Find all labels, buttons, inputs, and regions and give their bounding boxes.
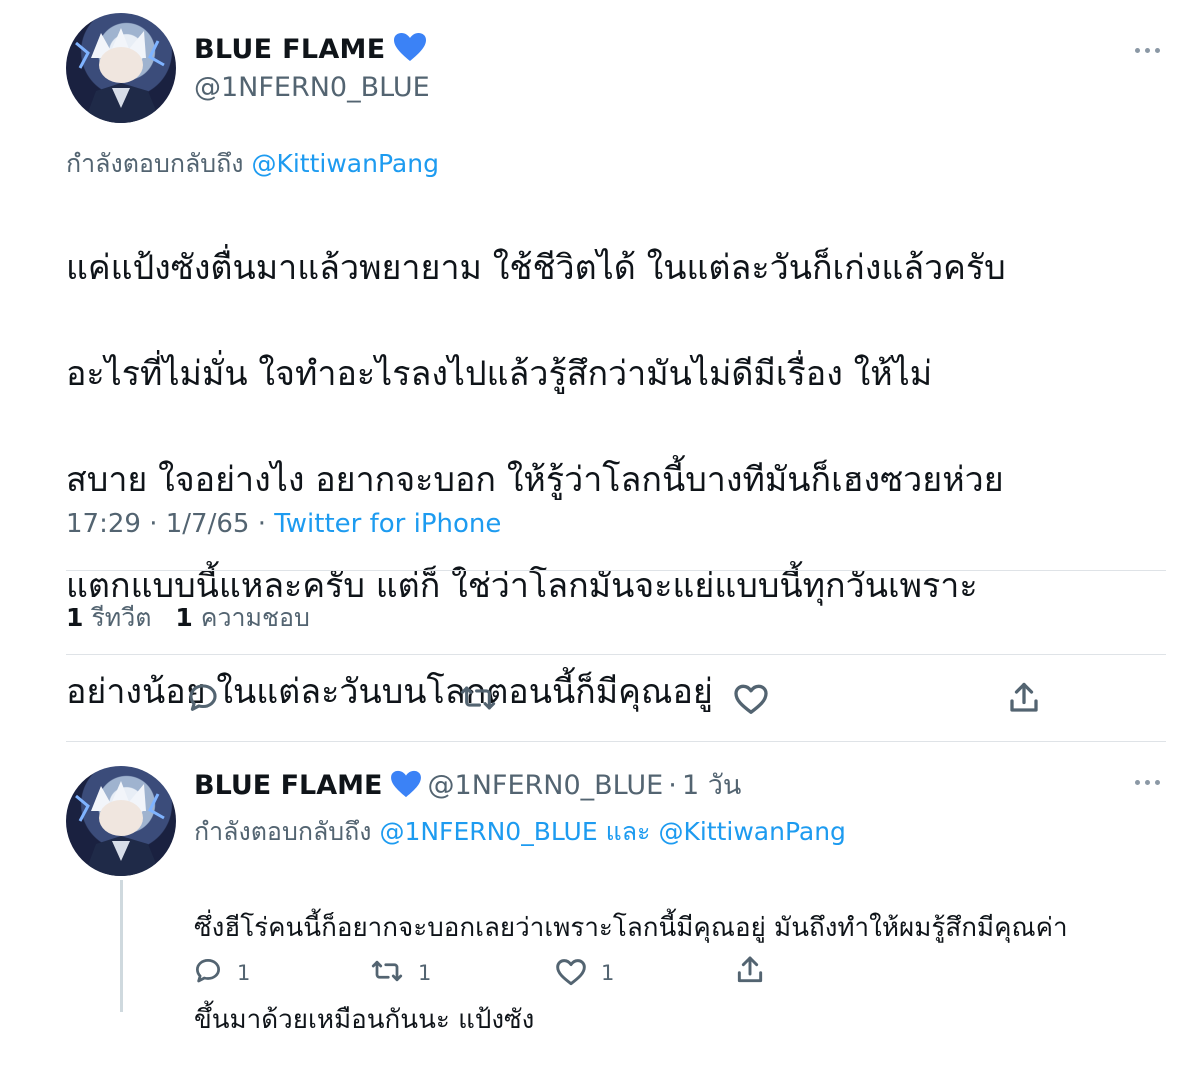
- share-button[interactable]: [1006, 680, 1042, 720]
- replying-to-link[interactable]: @KittiwanPang: [251, 149, 439, 178]
- reply-icon: [193, 956, 223, 990]
- display-name[interactable]: BLUE FLAME: [194, 34, 385, 65]
- author-avatar[interactable]: [66, 13, 176, 123]
- reply-button[interactable]: [186, 681, 220, 719]
- share-icon: [1006, 680, 1042, 720]
- retweet-label: รีทวีต: [91, 603, 152, 632]
- like-icon: [555, 956, 587, 990]
- divider: [66, 570, 1166, 571]
- replying-prefix: กำลังตอบกลับถึง: [194, 817, 372, 846]
- reply-like-button[interactable]: 1: [555, 956, 614, 990]
- like-label: ความชอบ: [200, 603, 310, 632]
- tweet-text-line: แค่แป้งซังตื่นมาแล้วพยายาม ใช้ชีวิตได้ ใ…: [66, 248, 1006, 288]
- like-stat[interactable]: 1 ความชอบ: [175, 603, 310, 632]
- replying-to-link[interactable]: @KittiwanPang: [658, 817, 846, 846]
- reply-age[interactable]: 1 วัน: [682, 770, 741, 801]
- tweet-date[interactable]: 1/7/65: [166, 509, 250, 539]
- retweet-count: 1: [66, 603, 84, 632]
- tweet-text-line: อะไรที่ไม่มั่น ใจทำอะไรลงไปแล้วรู้สึกว่า…: [66, 354, 933, 394]
- like-count: 1: [175, 603, 193, 632]
- divider: [66, 741, 1166, 742]
- author-handle[interactable]: @1NFERN0_BLUE: [194, 72, 430, 103]
- tweet-time[interactable]: 17:29: [66, 509, 141, 539]
- reply-retweet-button[interactable]: 1: [370, 956, 431, 990]
- like-icon: [733, 681, 769, 719]
- like-count: 1: [601, 961, 615, 985]
- meta-separator: ·: [668, 770, 677, 801]
- replying-and: และ: [605, 817, 651, 846]
- reply-text: ซึ่งฮีโร่คนนี้ก็อยากจะบอกเลยว่าเพราะโลกน…: [194, 859, 1174, 1089]
- replying-to-link[interactable]: @1NFERN0_BLUE: [379, 817, 597, 846]
- more-options-icon[interactable]: [1135, 48, 1160, 53]
- tweet-text-line: สบาย ใจอย่างไง อยากจะบอก ให้รู้ว่าโลกนี้…: [66, 460, 1004, 500]
- reply-display-name[interactable]: BLUE FLAME: [194, 770, 382, 801]
- like-button[interactable]: [733, 681, 769, 719]
- tweet-source[interactable]: Twitter for iPhone: [274, 509, 501, 539]
- reply-handle[interactable]: @1NFERN0_BLUE: [428, 770, 664, 801]
- replying-to: กำลังตอบกลับถึง @KittiwanPang: [66, 144, 439, 184]
- tweet-meta: 17:29 · 1/7/65 · Twitter for iPhone: [66, 509, 501, 539]
- tweet-stats: 1 รีทวีต 1 ความชอบ: [66, 598, 310, 638]
- share-icon: [734, 954, 766, 990]
- meta-separator: ·: [149, 509, 166, 539]
- retweet-stat[interactable]: 1 รีทวีต: [66, 603, 152, 632]
- reply-author-avatar[interactable]: [66, 766, 176, 876]
- reply-text-line: ซึ่งฮีโร่คนนี้ก็อยากจะบอกเลยว่าเพราะโลกน…: [194, 913, 1068, 943]
- meta-separator: ·: [257, 509, 275, 539]
- reply-share-button[interactable]: [734, 954, 766, 990]
- reply-icon: [186, 681, 220, 719]
- retweet-count: 1: [418, 961, 432, 985]
- retweet-icon: [370, 956, 404, 990]
- reply-text-line: ขึ้นมาด้วยเหมือนกันนะ แป้งซัง: [194, 1005, 535, 1035]
- reply-header: BLUE FLAME @1NFERN0_BLUE · 1 วัน: [194, 763, 741, 806]
- reply-count: 1: [237, 961, 251, 985]
- author-name-row: BLUE FLAME: [194, 32, 427, 66]
- retweet-icon: [459, 681, 497, 719]
- blue-heart-icon: [393, 32, 427, 66]
- reply-reply-button[interactable]: 1: [193, 956, 250, 990]
- divider: [66, 654, 1166, 655]
- reply-more-options-icon[interactable]: [1135, 780, 1160, 785]
- blue-heart-icon: [390, 770, 422, 802]
- reply-replying-to: กำลังตอบกลับถึง @1NFERN0_BLUE และ @Kitti…: [194, 812, 846, 852]
- retweet-button[interactable]: [459, 681, 497, 719]
- thread-line: [120, 880, 123, 1012]
- replying-prefix: กำลังตอบกลับถึง: [66, 149, 244, 178]
